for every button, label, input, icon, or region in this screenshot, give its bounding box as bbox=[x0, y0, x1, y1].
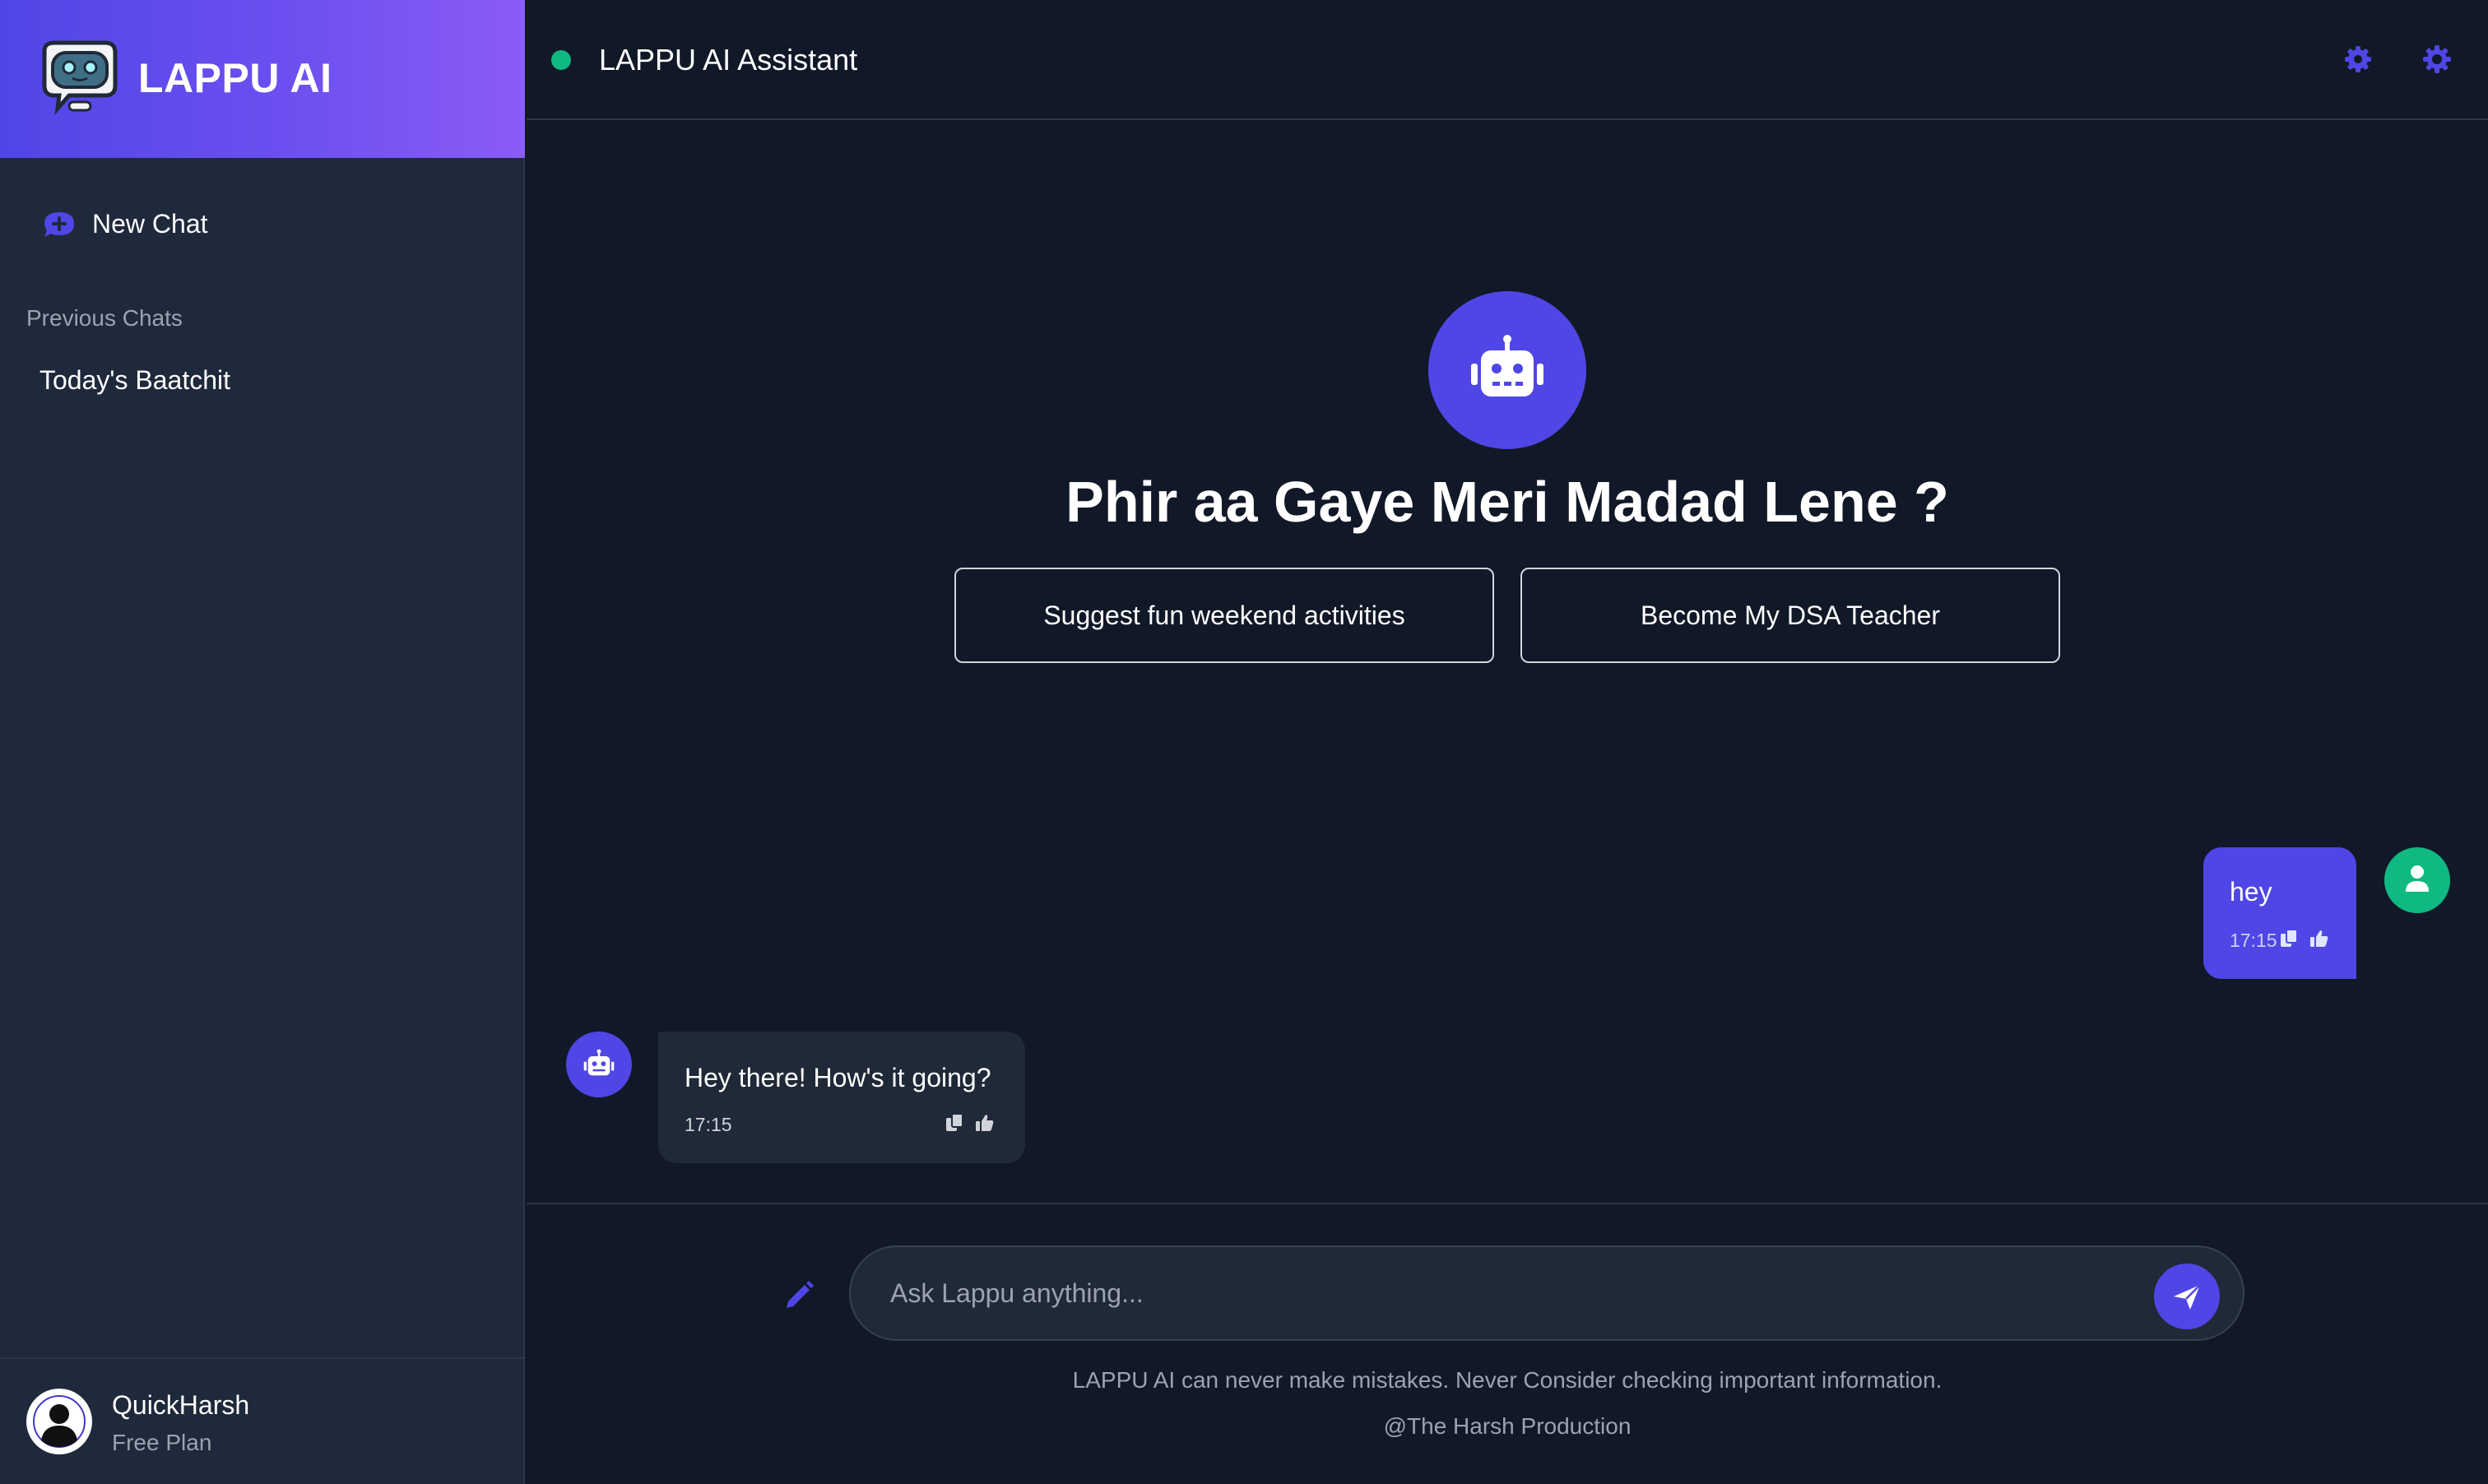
previous-chats-heading: Previous Chats bbox=[26, 305, 183, 331]
user-avatar bbox=[2384, 847, 2450, 913]
pencil-icon[interactable] bbox=[780, 1278, 816, 1315]
send-button[interactable] bbox=[2154, 1264, 2220, 1329]
user-icon bbox=[2406, 865, 2429, 892]
robot-icon bbox=[583, 1049, 615, 1076]
robot-chat-logo-icon bbox=[42, 40, 118, 115]
thumbs-up-icon[interactable] bbox=[974, 1112, 996, 1134]
user-profile[interactable]: QuickHarsh Free Plan bbox=[0, 1357, 525, 1484]
online-status-indicator bbox=[551, 50, 571, 70]
welcome-heading: Phir aa Gaye Meri Madad Lene ? bbox=[1065, 470, 1949, 534]
chat-input[interactable] bbox=[890, 1247, 2124, 1339]
message-text: hey bbox=[2230, 877, 2272, 907]
user-silhouette-icon bbox=[33, 1395, 86, 1448]
message-time: 17:15 bbox=[685, 1114, 732, 1135]
message-time: 17:15 bbox=[2230, 930, 2277, 951]
history-item[interactable]: Today's Baatchit bbox=[39, 365, 230, 396]
bot-avatar bbox=[566, 1032, 632, 1097]
suggestion-button-weekend[interactable]: Suggest fun weekend activities bbox=[954, 568, 1494, 663]
user-plan: Free Plan bbox=[112, 1430, 212, 1455]
message-actions bbox=[945, 1112, 996, 1134]
copy-icon[interactable] bbox=[945, 1112, 966, 1134]
user-message-bubble: hey 17:15 bbox=[2203, 847, 2356, 979]
chat-input-container bbox=[849, 1245, 2244, 1341]
brand-header: LAPPU AI bbox=[0, 0, 525, 158]
suggestion-button-dsa[interactable]: Become My DSA Teacher bbox=[1520, 568, 2060, 663]
settings-icon[interactable] bbox=[2342, 43, 2374, 76]
welcome-robot-avatar bbox=[1428, 291, 1586, 449]
send-icon bbox=[2174, 1284, 2201, 1310]
chat-bubble-plus-icon bbox=[44, 212, 74, 237]
new-chat-label: New Chat bbox=[92, 208, 208, 239]
disclaimer-text: LAPPU AI can never make mistakes. Never … bbox=[1072, 1367, 1943, 1393]
composer: LAPPU AI can never make mistakes. Never … bbox=[527, 1203, 2488, 1484]
bot-message-bubble: Hey there! How's it going? 17:15 bbox=[658, 1032, 1025, 1163]
user-name: QuickHarsh bbox=[112, 1390, 250, 1420]
app-title: LAPPU AI bbox=[138, 55, 332, 101]
sidebar: LAPPU AI New Chat Previous Chats Today's… bbox=[0, 0, 525, 1484]
assistant-title: LAPPU AI Assistant bbox=[599, 43, 858, 77]
thumbs-up-icon[interactable] bbox=[2309, 928, 2330, 949]
robot-icon bbox=[1471, 335, 1543, 397]
message-actions bbox=[2279, 928, 2330, 949]
credit-text: @The Harsh Production bbox=[1383, 1413, 1632, 1439]
new-chat-button[interactable]: New Chat bbox=[39, 202, 208, 245]
message-text: Hey there! How's it going? bbox=[685, 1063, 991, 1092]
avatar bbox=[26, 1389, 92, 1454]
chat-header: LAPPU AI Assistant bbox=[527, 0, 2488, 120]
copy-icon[interactable] bbox=[2279, 928, 2300, 949]
theme-gear-icon[interactable] bbox=[2421, 43, 2453, 76]
